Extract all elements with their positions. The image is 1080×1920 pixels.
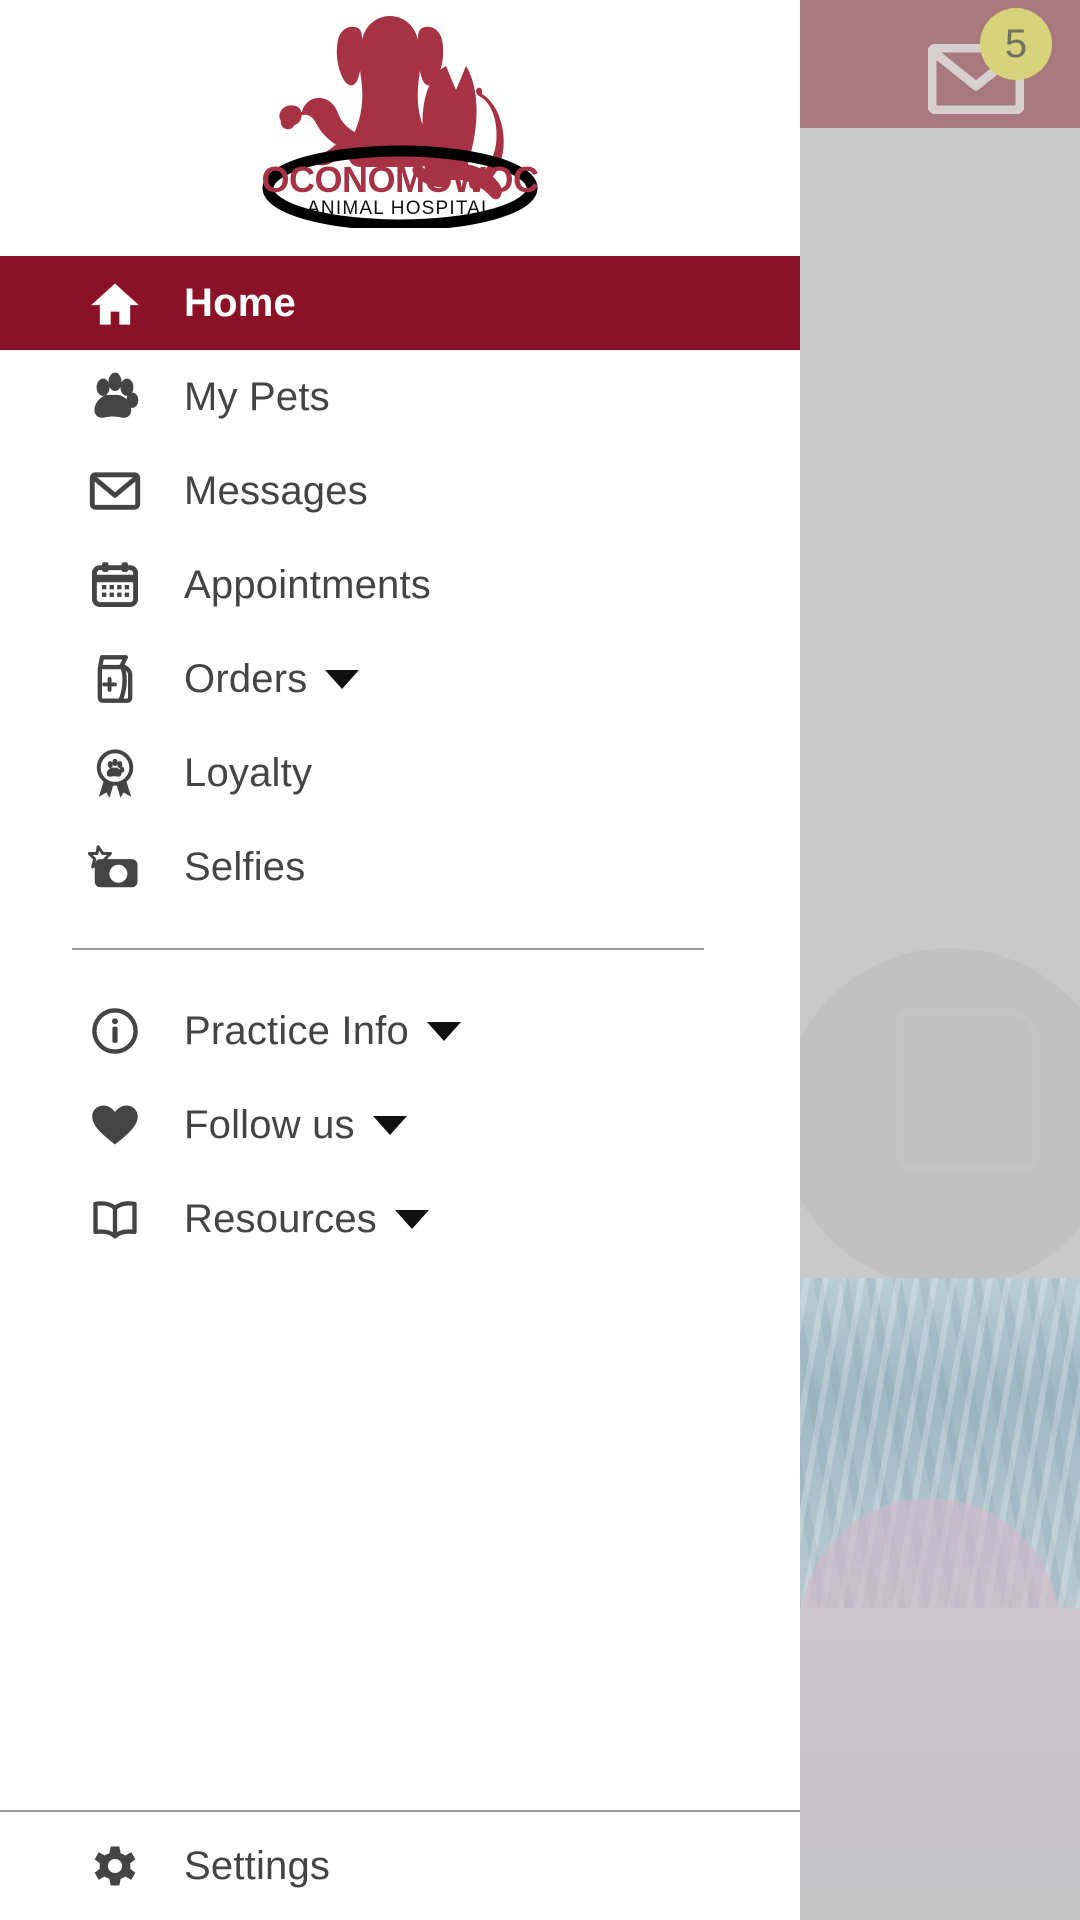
menu-item-label: Home [184, 280, 296, 325]
logo-secondary-text: ANIMAL HOSPITAL [307, 198, 493, 219]
message-count-badge: 5 [980, 8, 1052, 80]
food-bag-icon [84, 648, 146, 710]
drawer-header: OCONOMOWOC ANIMAL HOSPITAL [0, 0, 800, 256]
menu-item-label: Orders [184, 656, 308, 701]
award-paw-icon [84, 742, 146, 804]
chevron-down-icon[interactable] [325, 669, 360, 689]
drawer-menu: Home My Pets Messages Appointments Order… [0, 256, 800, 1810]
background-watermark-bag-icon [896, 1008, 1040, 1172]
menu-item-label: Resources [184, 1196, 377, 1241]
menu-item-appointments[interactable]: Appointments [0, 538, 800, 632]
menu-item-label: Messages [184, 468, 368, 513]
menu-item-label: Follow us [184, 1102, 355, 1147]
calendar-icon [84, 554, 146, 616]
camera-star-icon [84, 836, 146, 898]
menu-item-resources[interactable]: Resources [0, 1172, 800, 1266]
chevron-down-icon[interactable] [372, 1115, 407, 1135]
menu-item-messages[interactable]: Messages [0, 444, 800, 538]
menu-item-label: Settings [184, 1843, 331, 1888]
menu-item-settings[interactable]: Settings [0, 1812, 800, 1920]
menu-item-follow-us[interactable]: Follow us [0, 1078, 800, 1172]
gear-icon [84, 1835, 146, 1897]
logo-primary-text: OCONOMOWOC [262, 159, 539, 200]
menu-item-orders[interactable]: Orders [0, 632, 800, 726]
menu-item-label: My Pets [184, 374, 330, 419]
menu-item-loyalty[interactable]: Loyalty [0, 726, 800, 820]
menu-item-label: Appointments [184, 562, 431, 607]
oconomowoc-animal-hospital-logo: OCONOMOWOC ANIMAL HOSPITAL [250, 2, 550, 228]
heart-icon [84, 1094, 146, 1156]
chevron-down-icon[interactable] [426, 1021, 461, 1041]
menu-section-divider [72, 948, 704, 950]
navigation-drawer: OCONOMOWOC ANIMAL HOSPITAL Home My Pets … [0, 0, 800, 1920]
menu-item-home[interactable]: Home [0, 256, 800, 350]
menu-item-selfies[interactable]: Selfies [0, 820, 800, 914]
book-icon [84, 1188, 146, 1250]
home-icon [84, 272, 146, 334]
menu-item-label: Selfies [184, 844, 306, 889]
menu-item-label: Practice Info [184, 1008, 409, 1053]
menu-item-label: Loyalty [184, 750, 313, 795]
drawer-bottom-menu: Settings [0, 1812, 800, 1920]
info-circle-icon [84, 1000, 146, 1062]
menu-item-my-pets[interactable]: My Pets [0, 350, 800, 444]
envelope-icon [84, 460, 146, 522]
paw-icon [84, 366, 146, 428]
chevron-down-icon[interactable] [395, 1209, 429, 1229]
menu-item-practice-info[interactable]: Practice Info [0, 984, 800, 1078]
